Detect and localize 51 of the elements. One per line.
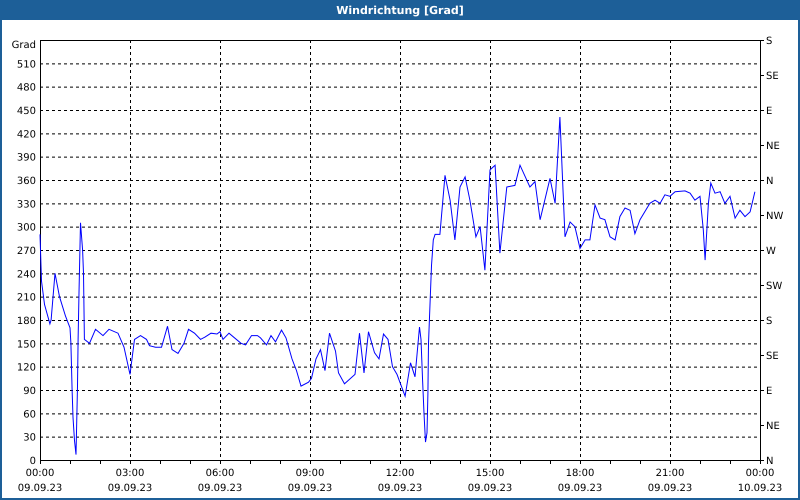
y-tick-label: 330: [16, 199, 36, 210]
y-tick-label: 120: [16, 362, 36, 374]
direction-label: SE: [766, 71, 779, 82]
y-tick-label: 180: [16, 316, 36, 327]
direction-label: NE: [766, 421, 780, 432]
y-tick-label: 300: [16, 222, 36, 234]
y-tick-label: 60: [23, 409, 36, 420]
y-tick-label: 0: [30, 456, 36, 467]
x-date-label: 09.09.23: [558, 483, 602, 494]
direction-label: S: [766, 316, 772, 327]
x-tick-label: 12:00: [386, 468, 414, 479]
x-date-label: 09.09.23: [108, 483, 152, 494]
x-date-label: 09.09.23: [18, 483, 62, 494]
direction-label: NE: [766, 141, 780, 152]
y-tick-label: 480: [16, 82, 36, 94]
x-date-label: 10.09.23: [738, 483, 782, 494]
direction-label: NW: [766, 211, 784, 222]
direction-label: E: [766, 386, 772, 397]
direction-label: SE: [766, 351, 779, 362]
y-tick-label: 510: [16, 59, 36, 70]
y-tick-label: 210: [16, 292, 36, 304]
axis-unit-label: Grad: [12, 40, 36, 51]
y-tick-label: 30: [23, 432, 36, 444]
x-date-label: 09.09.23: [468, 483, 512, 494]
x-tick-label: 09:00: [296, 468, 324, 479]
y-tick-label: 90: [23, 386, 36, 397]
direction-label: S: [766, 36, 772, 47]
x-date-label: 09.09.23: [648, 483, 692, 494]
y-tick-label: 360: [16, 176, 36, 187]
y-tick-label: 420: [16, 129, 36, 140]
y-tick-label: 270: [16, 246, 36, 257]
x-tick-label: 21:00: [656, 468, 684, 479]
x-date-label: 09.09.23: [198, 483, 242, 494]
x-tick-label: 15:00: [476, 468, 504, 479]
x-tick-label: 00:00: [26, 468, 54, 479]
y-tick-label: 240: [16, 269, 36, 280]
direction-label: W: [766, 246, 776, 257]
y-tick-label: 390: [16, 152, 36, 164]
direction-label: N: [766, 176, 774, 187]
y-tick-label: 450: [16, 106, 36, 117]
direction-label: N: [766, 456, 774, 467]
x-tick-label: 06:00: [206, 468, 234, 479]
direction-label: SW: [766, 281, 782, 292]
x-date-label: 09.09.23: [378, 483, 422, 494]
x-tick-label: 00:00: [746, 468, 774, 479]
x-tick-label: 03:00: [116, 468, 144, 479]
y-tick-label: 150: [16, 339, 36, 350]
x-tick-label: 18:00: [566, 468, 594, 479]
direction-label: E: [766, 106, 772, 117]
x-date-label: 09.09.23: [288, 483, 332, 494]
window-title: Windrichtung [Grad]: [336, 4, 464, 16]
